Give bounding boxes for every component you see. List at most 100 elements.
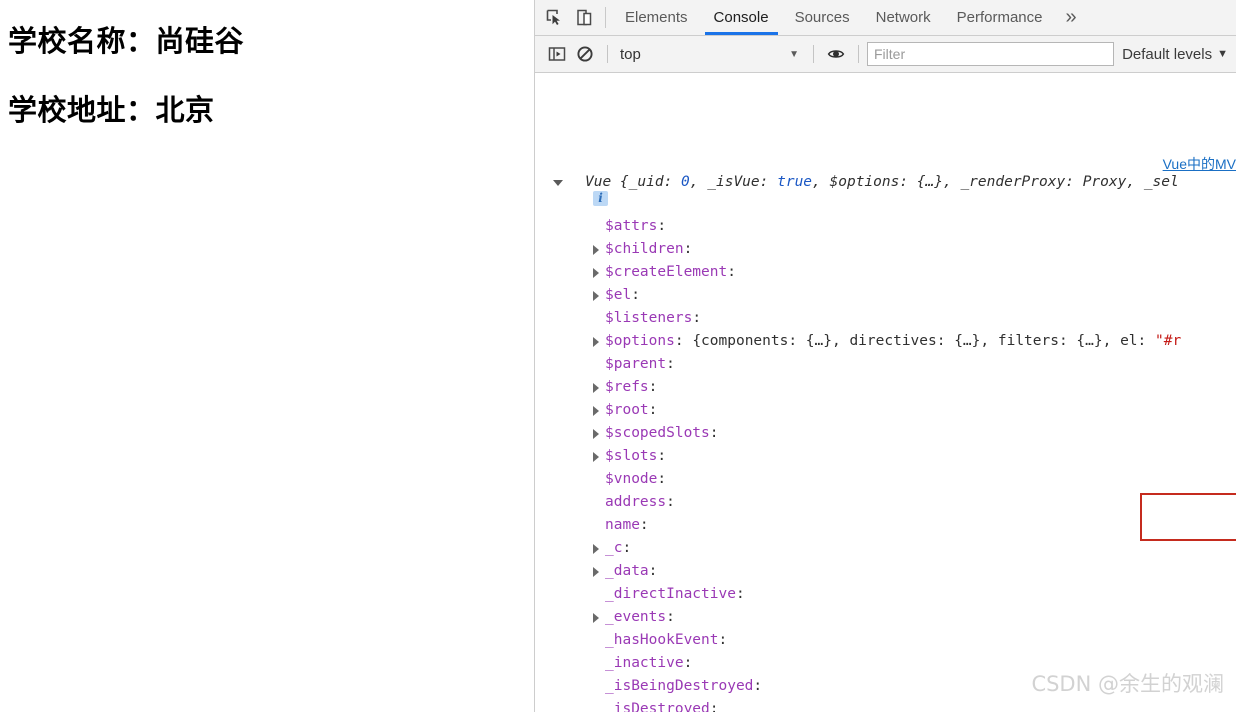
property-colon: : [639, 517, 649, 533]
object-property-row[interactable]: _directInactive: [535, 583, 1236, 606]
preview-token: , [689, 174, 708, 190]
object-property-row[interactable]: $listeners: [535, 307, 1236, 330]
preview-token: $options [829, 174, 900, 190]
object-property-row[interactable]: $parent: [535, 353, 1236, 376]
property-name: name [605, 517, 640, 533]
property-name: _c [605, 540, 623, 556]
property-colon: : [674, 333, 693, 349]
property-colon: : [666, 494, 675, 510]
tabstrip-separator [605, 7, 606, 28]
tab-sources[interactable]: Sources [782, 0, 863, 35]
tab-console[interactable]: Console [701, 0, 782, 35]
expand-triangle-icon[interactable] [593, 245, 599, 255]
toolbar-separator-2 [813, 45, 814, 63]
execution-context-select[interactable]: top ▼ [616, 46, 805, 63]
object-property-row[interactable]: _isDestroyed: [535, 698, 1236, 712]
inspect-element-icon[interactable] [539, 0, 569, 35]
preview-token: _renderProxy [960, 174, 1066, 190]
object-preview-header[interactable]: Vue {_uid: 0, _isVue: true, $options: {…… [535, 171, 1236, 194]
property-colon: : [709, 701, 719, 712]
property-name: $root [605, 402, 649, 418]
property-colon: : [683, 241, 693, 257]
property-name: $listeners [605, 310, 693, 326]
property-colon: : [648, 563, 658, 579]
property-colon: : [718, 632, 728, 648]
property-colon: : [735, 586, 745, 602]
expand-triangle-icon[interactable] [593, 544, 599, 554]
object-property-row[interactable]: $scopedSlots: [535, 422, 1236, 445]
object-property-row[interactable]: _inactive: [535, 652, 1236, 675]
property-name: $createElement [605, 264, 728, 280]
property-name: _isBeingDestroyed [605, 678, 754, 694]
object-property-row[interactable]: $slots: [535, 445, 1236, 468]
property-name: _data [605, 563, 649, 579]
expand-triangle-icon[interactable] [593, 268, 599, 278]
object-property-row[interactable]: $el: [535, 284, 1236, 307]
more-tabs-chevron-icon[interactable]: » [1056, 0, 1087, 35]
filter-input[interactable] [867, 42, 1115, 66]
devtools-panel: Elements Console Sources Network Perform… [535, 0, 1236, 712]
tab-elements[interactable]: Elements [612, 0, 701, 35]
preview-token: { [619, 174, 629, 190]
object-property-row[interactable]: _hasHookEvent: [535, 629, 1236, 652]
device-toolbar-icon[interactable] [569, 0, 599, 35]
property-name: $refs [605, 379, 649, 395]
tab-network[interactable]: Network [863, 0, 944, 35]
preview-token: : [663, 174, 682, 190]
live-expression-eye-icon[interactable] [822, 41, 850, 67]
tab-performance[interactable]: Performance [944, 0, 1056, 35]
object-property-row[interactable]: $children: [535, 238, 1236, 261]
property-colon: : [648, 379, 658, 395]
object-property-row[interactable]: _data: [535, 560, 1236, 583]
property-name: $slots [605, 448, 658, 464]
expand-triangle-icon[interactable] [593, 429, 599, 439]
preview-token: _isVue [707, 174, 760, 190]
property-colon: : [753, 678, 763, 694]
object-property-row[interactable]: name: [535, 514, 1236, 537]
object-property-row[interactable]: _events: [535, 606, 1236, 629]
expand-triangle-icon[interactable] [593, 613, 599, 623]
property-name: _inactive [605, 655, 684, 671]
property-name: $attrs [605, 218, 658, 234]
property-name: _hasHookEvent [605, 632, 719, 648]
expand-triangle-icon[interactable] [593, 291, 599, 301]
property-name: _directInactive [605, 586, 736, 602]
property-colon: : [622, 540, 632, 556]
info-badge-icon: i [593, 191, 608, 206]
rendered-page-pane: 学校名称：尚硅谷 学校地址：北京 [0, 0, 535, 712]
expand-triangle-icon[interactable] [593, 383, 599, 393]
preview-token: Proxy [1082, 174, 1127, 190]
object-property-row[interactable]: $refs: [535, 376, 1236, 399]
expand-triangle-icon[interactable] [593, 337, 599, 347]
preview-token: true [777, 174, 813, 190]
chevron-down-icon: ▼ [1217, 48, 1228, 60]
app-root: 学校名称：尚硅谷 学校地址：北京 Elements Console Source… [0, 0, 1236, 712]
console-output[interactable]: Vue中的MV Vue {_uid: 0, _isVue: true, $opt… [535, 73, 1236, 712]
school-name-line: 学校名称：尚硅谷 [8, 24, 245, 58]
object-property-row[interactable]: $attrs: [535, 215, 1236, 238]
clear-console-icon[interactable] [571, 41, 599, 67]
object-property-row[interactable]: $createElement: [535, 261, 1236, 284]
object-property-row[interactable]: $options: {components: {…}, directives: … [535, 330, 1236, 353]
property-name: $scopedSlots [605, 425, 710, 441]
object-property-row[interactable]: _isBeingDestroyed: [535, 675, 1236, 698]
log-levels-dropdown[interactable]: Default levels ▼ [1122, 46, 1230, 63]
toolbar-separator-1 [607, 45, 608, 63]
preview-token: , [1126, 174, 1144, 190]
property-colon: : [692, 310, 702, 326]
object-property-row[interactable]: $vnode: [535, 468, 1236, 491]
property-name: $options [605, 333, 675, 349]
expand-triangle-icon[interactable] [593, 567, 599, 577]
preview-token: _uid [628, 174, 664, 190]
object-property-row[interactable]: address: [535, 491, 1236, 514]
devtools-tabstrip: Elements Console Sources Network Perform… [535, 0, 1236, 36]
console-sidebar-icon[interactable] [543, 41, 571, 67]
preview-token: Vue [585, 174, 620, 190]
property-name: $vnode [605, 471, 658, 487]
object-property-row[interactable]: $root: [535, 399, 1236, 422]
object-property-row[interactable]: _c: [535, 537, 1236, 560]
expand-triangle-icon[interactable] [593, 452, 599, 462]
property-colon: : [727, 264, 736, 280]
expand-triangle-icon[interactable] [593, 406, 599, 416]
property-colon: : [709, 425, 719, 441]
